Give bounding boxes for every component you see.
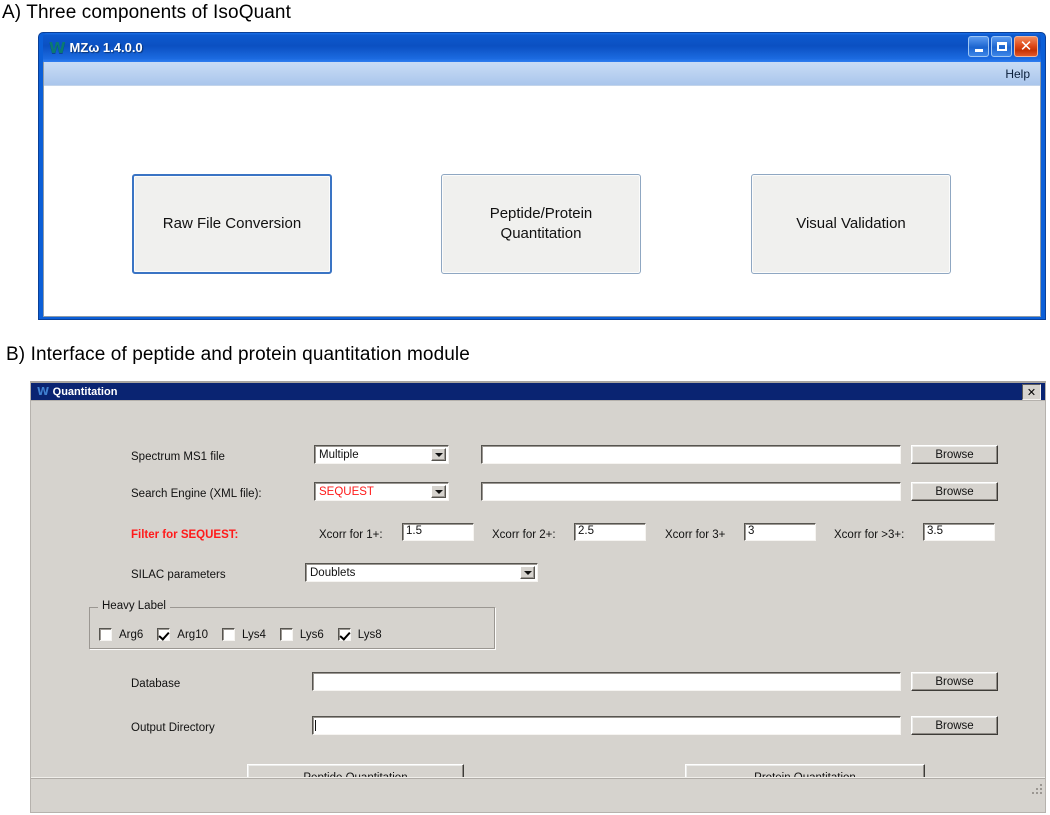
close-button[interactable]: ✕ bbox=[1014, 36, 1038, 57]
browse-button-database[interactable]: Browse bbox=[911, 672, 998, 691]
mzw-main-window: W MZω 1.4.0.0 ✕ Help Raw File Conversion… bbox=[38, 32, 1046, 320]
silac-parameters-select[interactable]: Doublets bbox=[305, 563, 538, 582]
xcorr-3plus-label: Xcorr for 3+ bbox=[665, 529, 726, 541]
xcorr-1plus-value: 1.5 bbox=[406, 525, 422, 538]
output-directory-label: Output Directory bbox=[131, 722, 215, 734]
spectrum-ms1-path-input[interactable] bbox=[481, 445, 901, 464]
quantitation-title-bar[interactable]: W Quantitation ✕ bbox=[31, 383, 1045, 401]
mzw-menu-bar: Help bbox=[44, 62, 1040, 86]
browse-label: Browse bbox=[935, 448, 974, 461]
xcorr-3plus-value: 3 bbox=[748, 525, 755, 538]
maximize-icon bbox=[996, 42, 1007, 51]
checkbox-lys4-label: Lys4 bbox=[241, 628, 266, 641]
checkbox-arg10-label: Arg10 bbox=[177, 628, 208, 641]
resize-grip-icon[interactable] bbox=[1030, 782, 1042, 794]
search-engine-select[interactable]: SEQUEST bbox=[314, 482, 449, 501]
checkbox-arg6-label: Arg6 bbox=[119, 628, 144, 641]
spectrum-ms1-value: Multiple bbox=[319, 448, 359, 461]
checkbox-lys8-label: Lys8 bbox=[357, 628, 382, 641]
checkbox-lys6[interactable]: Lys6 bbox=[279, 628, 324, 641]
mzw-window-title: MZω 1.4.0.0 bbox=[69, 40, 143, 55]
quantitation-form: Spectrum MS1 file Multiple Browse Search… bbox=[31, 401, 1045, 796]
silac-parameters-label: SILAC parameters bbox=[131, 569, 226, 581]
mzw-title-bar[interactable]: W MZω 1.4.0.0 ✕ bbox=[43, 33, 1041, 62]
checkbox-arg10-box[interactable] bbox=[157, 628, 171, 641]
xcorr-over-3plus-input[interactable]: 3.5 bbox=[923, 523, 995, 541]
peptide-protein-quantitation-label: Peptide/Protein Quantitation bbox=[490, 204, 593, 245]
peptide-protein-quantitation-button[interactable]: Peptide/Protein Quantitation bbox=[441, 174, 641, 274]
browse-button-output-directory[interactable]: Browse bbox=[911, 716, 998, 735]
close-icon: ✕ bbox=[1019, 37, 1033, 55]
chevron-down-icon[interactable] bbox=[520, 566, 535, 579]
xcorr-over-3plus-value: 3.5 bbox=[927, 525, 943, 538]
quantitation-close-button[interactable]: ✕ bbox=[1022, 384, 1041, 400]
browse-label: Browse bbox=[935, 719, 974, 732]
heavy-label-legend: Heavy Label bbox=[98, 600, 170, 612]
xcorr-2plus-input[interactable]: 2.5 bbox=[574, 523, 646, 541]
raw-file-conversion-button[interactable]: Raw File Conversion bbox=[132, 174, 332, 274]
spectrum-ms1-select[interactable]: Multiple bbox=[314, 445, 449, 464]
browse-button-spectrum[interactable]: Browse bbox=[911, 445, 998, 464]
visual-validation-label: Visual Validation bbox=[796, 214, 906, 232]
xcorr-2plus-value: 2.5 bbox=[578, 525, 594, 538]
xcorr-1plus-label: Xcorr for 1+: bbox=[319, 529, 383, 541]
checkbox-arg6-box[interactable] bbox=[99, 628, 112, 641]
maximize-button[interactable] bbox=[991, 36, 1012, 57]
label-line-2: Quantitation bbox=[500, 225, 582, 242]
close-icon: ✕ bbox=[1026, 385, 1037, 399]
visual-validation-button[interactable]: Visual Validation bbox=[751, 174, 951, 274]
mzw-client-area: Help Raw File Conversion Peptide/Protein… bbox=[43, 62, 1041, 317]
xcorr-3plus-input[interactable]: 3 bbox=[744, 523, 816, 541]
browse-label: Browse bbox=[935, 485, 974, 498]
filter-for-sequest-label: Filter for SEQUEST: bbox=[131, 529, 239, 541]
window-controls: ✕ bbox=[968, 36, 1038, 57]
menu-item-help[interactable]: Help bbox=[1005, 67, 1030, 81]
quantitation-dialog: W Quantitation ✕ Spectrum MS1 file Multi… bbox=[30, 381, 1046, 813]
quantitation-logo-icon: W bbox=[37, 385, 49, 398]
label-line-1: Peptide/Protein bbox=[489, 204, 593, 222]
search-engine-path-input[interactable] bbox=[481, 482, 901, 501]
quantitation-window-title: Quantitation bbox=[52, 385, 118, 398]
search-engine-value: SEQUEST bbox=[319, 485, 374, 498]
panel-a-caption: A) Three components of IsoQuant bbox=[2, 2, 291, 23]
panel-b-caption: B) Interface of peptide and protein quan… bbox=[6, 344, 470, 365]
spectrum-ms1-label: Spectrum MS1 file bbox=[131, 451, 225, 463]
checkbox-lys4-box[interactable] bbox=[221, 628, 235, 641]
database-label: Database bbox=[131, 678, 181, 690]
raw-file-conversion-label: Raw File Conversion bbox=[162, 214, 302, 232]
checkbox-arg6[interactable]: Arg6 bbox=[99, 628, 143, 641]
quantitation-status-bar bbox=[31, 777, 1045, 796]
checkbox-lys4[interactable]: Lys4 bbox=[221, 628, 266, 641]
chevron-down-icon[interactable] bbox=[431, 485, 446, 498]
chevron-down-icon[interactable] bbox=[431, 448, 446, 461]
minimize-button[interactable] bbox=[968, 36, 989, 57]
output-directory-input[interactable] bbox=[312, 716, 901, 735]
mzw-logo-icon: W bbox=[49, 38, 65, 57]
checkbox-lys6-label: Lys6 bbox=[299, 628, 324, 641]
checkbox-lys8[interactable]: Lys8 bbox=[337, 628, 382, 641]
checkbox-arg10[interactable]: Arg10 bbox=[157, 628, 208, 641]
xcorr-over-3plus-label: Xcorr for >3+: bbox=[834, 529, 905, 541]
browse-label: Browse bbox=[935, 675, 974, 688]
checkbox-lys8-box[interactable] bbox=[337, 628, 351, 641]
minimize-icon bbox=[974, 48, 983, 52]
checkbox-lys6-box[interactable] bbox=[279, 628, 293, 641]
xcorr-1plus-input[interactable]: 1.5 bbox=[402, 523, 474, 541]
heavy-label-checkbox-row: Arg6 Arg10 Lys4 Lys6 Lys8 bbox=[99, 628, 396, 641]
silac-parameters-value: Doublets bbox=[310, 566, 356, 579]
database-input[interactable] bbox=[312, 672, 901, 691]
browse-button-search-engine[interactable]: Browse bbox=[911, 482, 998, 501]
xcorr-2plus-label: Xcorr for 2+: bbox=[492, 529, 556, 541]
search-engine-label: Search Engine (XML file): bbox=[131, 488, 262, 500]
